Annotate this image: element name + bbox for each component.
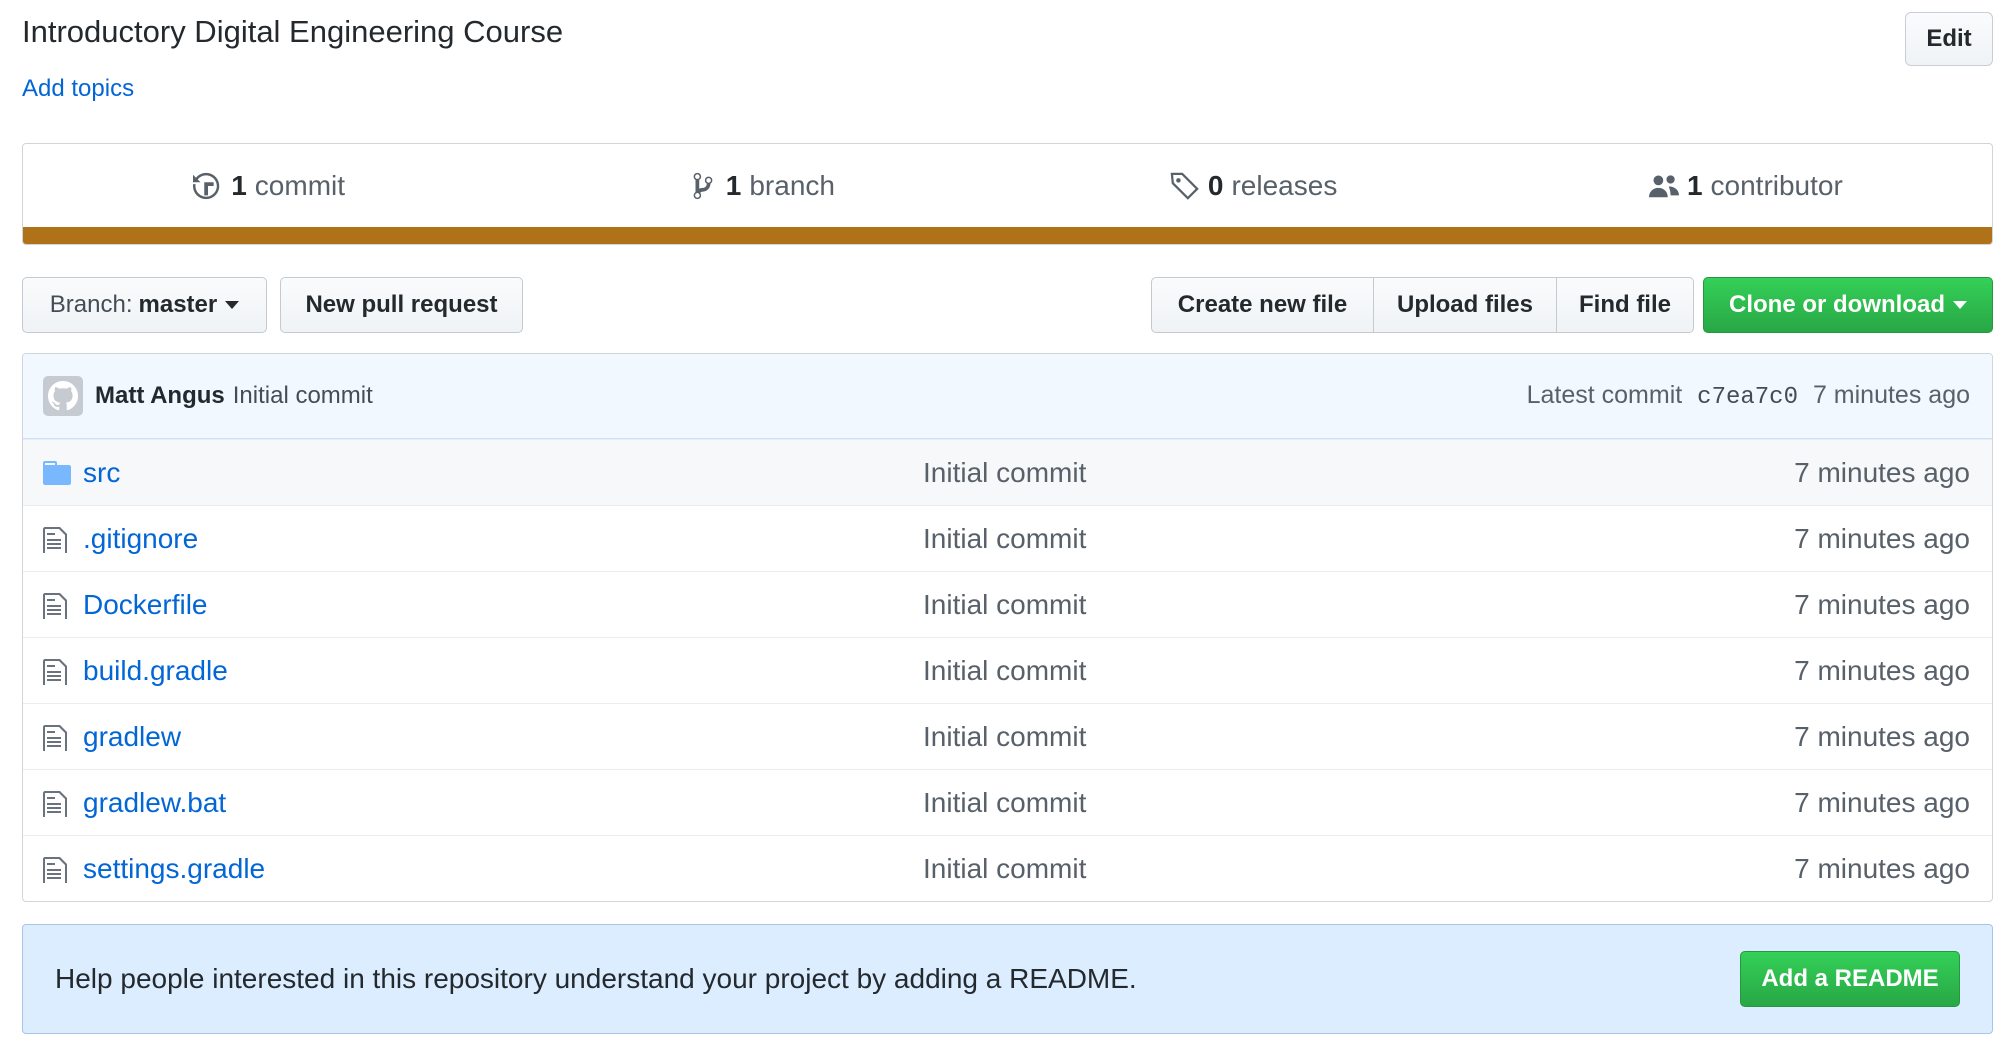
upload-files-button[interactable]: Upload files: [1372, 277, 1558, 333]
latest-commit-prefix: Latest commit: [1526, 381, 1683, 409]
file-icon: [43, 591, 71, 619]
readme-prompt-text: Help people interested in this repositor…: [55, 963, 1137, 994]
file-icon: [43, 789, 71, 817]
file-commit-message[interactable]: Initial commit: [923, 853, 1086, 885]
file-row: gradlew.bat Initial commit 7 minutes ago: [23, 769, 1992, 835]
chevron-down-icon: [225, 301, 240, 309]
file-name[interactable]: gradlew: [83, 721, 923, 753]
tag-icon: [1170, 172, 1199, 200]
file-name[interactable]: settings.gradle: [83, 853, 923, 885]
add-topics-link[interactable]: Add topics: [22, 75, 134, 103]
file-age: 7 minutes ago: [1794, 522, 1970, 554]
commit-meta: Latest commit c7ea7c0 7 minutes ago: [1527, 381, 1970, 411]
file-commit-message[interactable]: Initial commit: [923, 457, 1086, 489]
branch-select-label: Branch:: [49, 291, 133, 318]
chevron-down-icon: [1953, 301, 1967, 309]
commit-author[interactable]: Matt Angus: [95, 382, 225, 410]
file-row: src Initial commit 7 minutes ago: [23, 439, 1992, 505]
file-row: .gitignore Initial commit 7 minutes ago: [23, 505, 1992, 571]
commit-sha[interactable]: c7ea7c0: [1697, 384, 1798, 411]
file-icon: [43, 657, 71, 685]
file-age: 7 minutes ago: [1794, 852, 1970, 884]
add-readme-button[interactable]: Add a README: [1740, 951, 1960, 1007]
file-row: Dockerfile Initial commit 7 minutes ago: [23, 571, 1992, 637]
repo-summary: 1 commit 1 branch 0 releases 1 contribut…: [22, 143, 1993, 245]
clone-or-download-button[interactable]: Clone or download: [1703, 277, 1993, 333]
file-row: build.gradle Initial commit 7 minutes ag…: [23, 637, 1992, 703]
releases-summary[interactable]: 0 releases: [1008, 170, 1500, 202]
file-age: 7 minutes ago: [1794, 654, 1970, 686]
file-icon: [43, 525, 71, 553]
contributors-count: 1: [1686, 170, 1703, 201]
contributors-summary[interactable]: 1 contributor: [1500, 170, 1992, 202]
commit-message[interactable]: Initial commit: [233, 382, 373, 410]
releases-label: releases: [1231, 170, 1338, 201]
commits-summary[interactable]: 1 commit: [23, 170, 515, 202]
new-pull-request-button[interactable]: New pull request: [280, 277, 523, 333]
commits-label: commit: [254, 170, 346, 201]
file-name[interactable]: gradlew.bat: [83, 787, 923, 819]
file-actions-group: Create new file Upload files Find file: [1151, 277, 1694, 333]
file-commit-message[interactable]: Initial commit: [923, 523, 1086, 555]
branch-select-button[interactable]: Branch: master: [22, 277, 267, 333]
file-name[interactable]: src: [83, 457, 923, 489]
file-commit-message[interactable]: Initial commit: [923, 721, 1086, 753]
file-icon: [43, 723, 71, 751]
commits-count: 1: [231, 170, 247, 201]
file-icon: [43, 855, 71, 883]
file-age: 7 minutes ago: [1794, 456, 1970, 488]
clone-or-download-label: Clone or download: [1729, 291, 1945, 318]
edit-button[interactable]: Edit: [1905, 12, 1993, 66]
file-name[interactable]: Dockerfile: [83, 589, 923, 621]
file-row: gradlew Initial commit 7 minutes ago: [23, 703, 1992, 769]
folder-icon: [43, 459, 71, 487]
latest-commit-bar: Matt Angus Initial commit Latest commit …: [23, 354, 1992, 439]
file-age: 7 minutes ago: [1794, 720, 1970, 752]
people-icon: [1648, 175, 1679, 198]
commit-age: 7 minutes ago: [1812, 381, 1970, 409]
file-name[interactable]: .gitignore: [83, 523, 923, 555]
branches-count: 1: [725, 170, 742, 201]
language-bar: [23, 227, 1992, 244]
file-age: 7 minutes ago: [1794, 588, 1970, 620]
branches-label: branch: [749, 170, 835, 201]
branch-icon: [693, 172, 713, 200]
file-list: Matt Angus Initial commit Latest commit …: [22, 353, 1993, 902]
file-name[interactable]: build.gradle: [83, 655, 923, 687]
file-commit-message[interactable]: Initial commit: [923, 655, 1086, 687]
file-commit-message[interactable]: Initial commit: [923, 787, 1086, 819]
branch-select-value: master: [138, 291, 218, 318]
history-icon: [193, 172, 220, 200]
file-age: 7 minutes ago: [1794, 786, 1970, 818]
github-mark-icon: [48, 381, 78, 411]
find-file-button[interactable]: Find file: [1556, 277, 1694, 333]
create-new-file-button[interactable]: Create new file: [1151, 277, 1374, 333]
file-row: settings.gradle Initial commit 7 minutes…: [23, 835, 1992, 901]
file-commit-message[interactable]: Initial commit: [923, 589, 1086, 621]
repo-description: Introductory Digital Engineering Course: [22, 14, 564, 49]
avatar[interactable]: [43, 376, 83, 416]
contributors-label: contributor: [1710, 170, 1843, 201]
readme-prompt: Help people interested in this repositor…: [22, 924, 1993, 1034]
branches-summary[interactable]: 1 branch: [515, 170, 1007, 202]
releases-count: 0: [1207, 170, 1224, 201]
